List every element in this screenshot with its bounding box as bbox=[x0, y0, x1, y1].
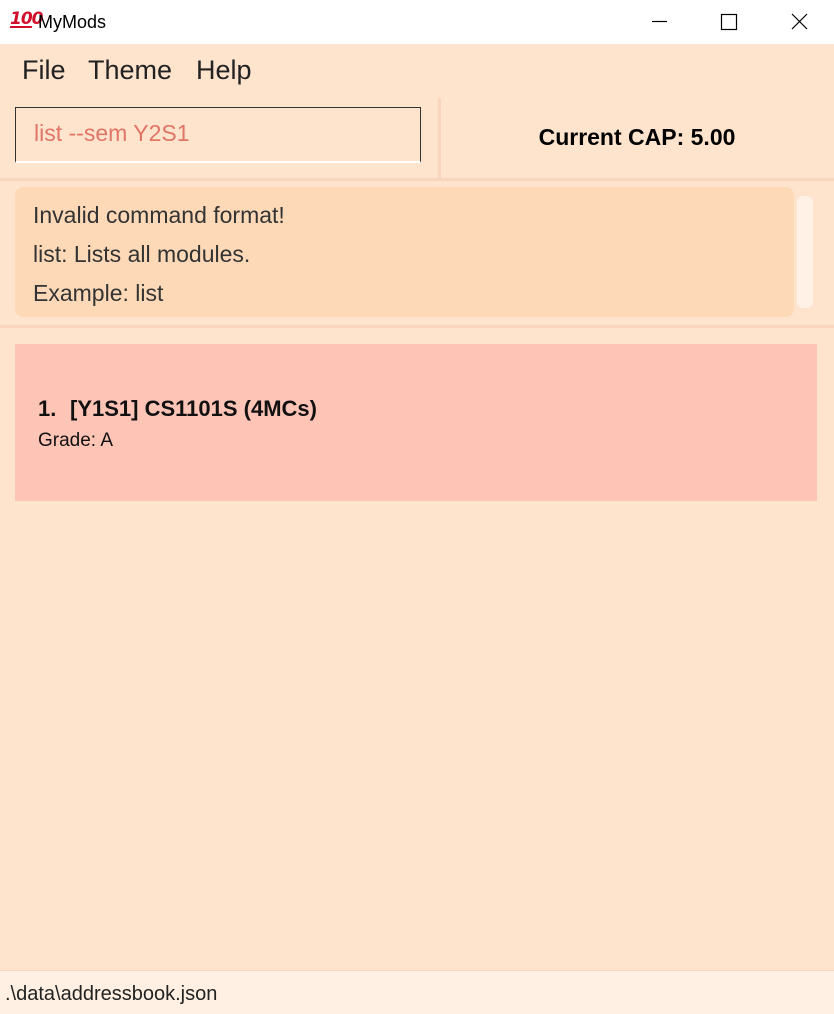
maximize-icon bbox=[720, 13, 738, 31]
menu-help[interactable]: Help bbox=[196, 54, 252, 86]
result-line: list: Lists all modules. bbox=[33, 241, 251, 267]
module-title: [Y1S1] CS1101S (4MCs) bbox=[70, 396, 317, 421]
result-display-area: Invalid command format! list: Lists all … bbox=[0, 181, 834, 328]
module-grade: Grade: A bbox=[38, 430, 113, 451]
close-icon bbox=[791, 13, 808, 30]
minimize-icon bbox=[652, 20, 667, 23]
app-window: 100 MyMods File Theme Help list --sem Y2… bbox=[0, 0, 834, 1014]
status-bar: .\data\addressbook.json bbox=[0, 970, 834, 1014]
current-cap-label: Current CAP: 5.00 bbox=[538, 124, 736, 150]
result-line: Invalid command format! bbox=[33, 202, 285, 228]
command-row: Current CAP: 5.00 bbox=[0, 98, 834, 181]
module-card[interactable]: 1. [Y1S1] CS1101S (4MCs) Grade: A bbox=[15, 344, 817, 501]
window-title: MyMods bbox=[38, 12, 107, 32]
title-bar: 100 MyMods bbox=[0, 0, 834, 44]
minimize-button[interactable] bbox=[636, 0, 682, 44]
maximize-button[interactable] bbox=[706, 0, 752, 44]
command-box[interactable] bbox=[15, 107, 421, 163]
save-file-path: .\data\addressbook.json bbox=[5, 983, 218, 1005]
result-scrollbar[interactable] bbox=[797, 196, 813, 308]
result-line: Example: list bbox=[33, 280, 164, 306]
module-list: 1. [Y1S1] CS1101S (4MCs) Grade: A bbox=[0, 328, 834, 970]
command-input[interactable] bbox=[34, 120, 404, 147]
menu-bar: File Theme Help bbox=[0, 44, 834, 100]
result-display: Invalid command format! list: Lists all … bbox=[15, 187, 794, 317]
menu-file[interactable]: File bbox=[22, 54, 66, 86]
close-button[interactable] bbox=[776, 0, 822, 44]
menu-theme[interactable]: Theme bbox=[88, 54, 172, 86]
module-index: 1. bbox=[38, 396, 57, 421]
